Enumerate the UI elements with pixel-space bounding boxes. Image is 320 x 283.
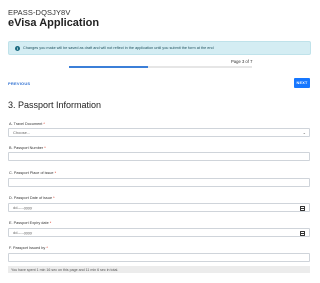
- passport-number-input[interactable]: [8, 152, 310, 161]
- required-marker: *: [49, 221, 52, 225]
- required-marker: *: [44, 146, 46, 150]
- progress-fill: [69, 66, 148, 68]
- date-of-issue-label: D. Passport Date of issue *: [9, 196, 55, 200]
- required-marker: *: [53, 196, 55, 200]
- expiry-date-label: E. Passport Expiry date *: [9, 221, 51, 225]
- previous-button[interactable]: PREVIOUS: [8, 81, 30, 86]
- calendar-icon[interactable]: [300, 230, 305, 236]
- expiry-date-value: dd-----yyyy: [13, 230, 33, 235]
- date-of-issue-input[interactable]: dd-----yyyy: [8, 203, 310, 212]
- travel-document-label-text: A. Travel Document: [9, 122, 43, 126]
- progress-bar: [69, 66, 252, 68]
- banner-text: Changes you make will be saved as draft …: [23, 46, 214, 50]
- chevron-down-icon: ⌄: [302, 130, 306, 135]
- place-of-issue-input[interactable]: [8, 178, 310, 187]
- travel-document-label: A. Travel Document *: [9, 122, 45, 126]
- next-button[interactable]: NEXT: [294, 78, 310, 88]
- application-id: EPASS-DQSJY8V: [8, 8, 71, 17]
- date-of-issue-label-text: D. Passport Date of issue: [9, 196, 53, 200]
- required-marker: *: [46, 246, 48, 250]
- page-indicator: Page 3 of 7: [231, 59, 253, 64]
- expiry-date-input[interactable]: dd-----yyyy: [8, 228, 310, 237]
- passport-number-label: B. Passport Number *: [9, 146, 46, 150]
- required-marker: *: [43, 122, 45, 126]
- date-of-issue-value: dd-----yyyy: [13, 205, 33, 210]
- required-marker: *: [54, 171, 57, 175]
- place-of-issue-label-text: C. Passport Place of issue: [9, 171, 54, 175]
- issued-by-input[interactable]: [8, 253, 310, 262]
- page-title: eVisa Application: [8, 17, 100, 29]
- expiry-date-label-text: E. Passport Expiry date: [9, 221, 49, 225]
- passport-number-label-text: B. Passport Number: [9, 146, 44, 150]
- travel-document-value: Choose...: [13, 130, 31, 135]
- issued-by-label: F. Passport Issued by *: [9, 246, 48, 250]
- draft-info-banner: ! Changes you make will be saved as draf…: [8, 41, 311, 55]
- calendar-icon[interactable]: [300, 205, 305, 211]
- time-spent-notice: You have spent 1 min 16 sec on this page…: [8, 266, 310, 273]
- place-of-issue-label: C. Passport Place of issue *: [9, 171, 56, 175]
- issued-by-label-text: F. Passport Issued by: [9, 246, 46, 250]
- section-title: 3. Passport Information: [8, 100, 102, 110]
- info-icon: !: [15, 45, 20, 51]
- travel-document-select[interactable]: Choose... ⌄: [8, 128, 310, 137]
